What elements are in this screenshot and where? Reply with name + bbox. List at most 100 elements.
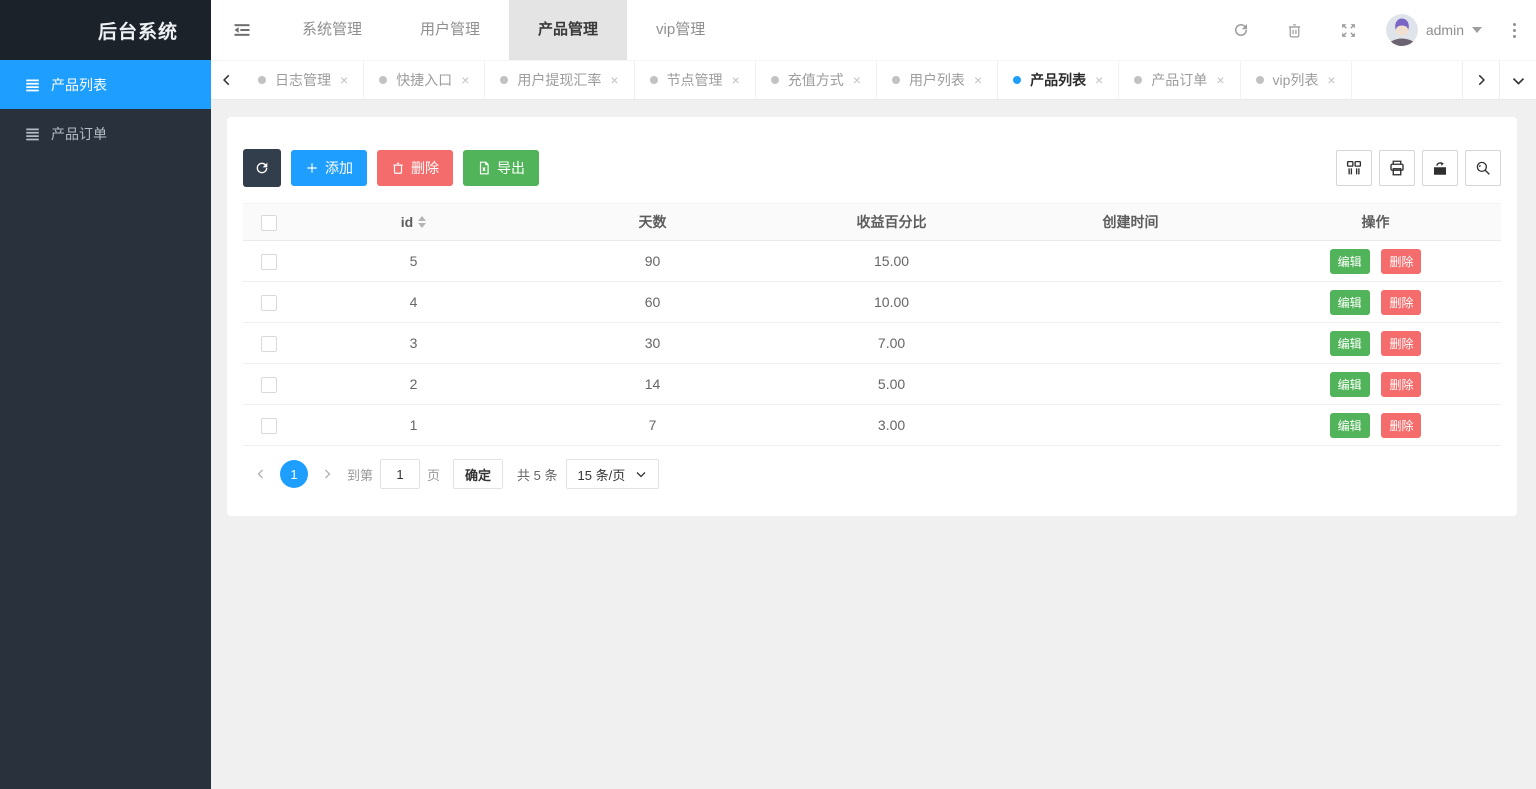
tabs-menu-button[interactable] — [1499, 61, 1536, 99]
close-icon[interactable]: × — [1095, 73, 1103, 87]
printer-icon — [1388, 159, 1406, 177]
fullscreen-button[interactable] — [1322, 0, 1376, 60]
more-options-button[interactable] — [1492, 0, 1536, 60]
cell-operations: 编辑 删除 — [1250, 323, 1501, 364]
confirm-page-button[interactable]: 确定 — [453, 459, 503, 489]
refresh-button[interactable] — [1214, 0, 1268, 60]
row-checkbox[interactable] — [261, 336, 277, 352]
table-row: 4 60 10.00 编辑 删除 — [243, 282, 1501, 323]
table-row: 1 7 3.00 编辑 删除 — [243, 405, 1501, 446]
username: admin — [1426, 22, 1464, 38]
delete-row-button[interactable]: 删除 — [1381, 372, 1421, 397]
select-all-checkbox[interactable] — [261, 215, 277, 231]
collapse-sidebar-button[interactable] — [211, 0, 273, 60]
refresh-table-button[interactable] — [243, 149, 281, 187]
chevron-down-icon — [635, 468, 647, 480]
close-icon[interactable]: × — [461, 73, 469, 87]
cell-operations: 编辑 删除 — [1250, 405, 1501, 446]
close-icon[interactable]: × — [974, 73, 982, 87]
row-checkbox[interactable] — [261, 295, 277, 311]
header-id[interactable]: id — [294, 204, 533, 241]
tab-node-management[interactable]: 节点管理 × — [635, 61, 756, 99]
table-card: 添加 删除 导出 — [227, 117, 1517, 516]
row-checkbox[interactable] — [261, 254, 277, 270]
close-icon[interactable]: × — [340, 73, 348, 87]
edit-row-button[interactable]: 编辑 — [1330, 290, 1370, 315]
goto-page-input[interactable] — [380, 459, 420, 489]
cell-id: 2 — [294, 364, 533, 405]
close-icon[interactable]: × — [853, 73, 861, 87]
tab-bar: 日志管理 × 快捷入口 × 用户提现汇率 × 节点管理 × 充值方式 × — [211, 60, 1536, 100]
export-data-button[interactable] — [1422, 150, 1458, 186]
next-page-button[interactable] — [314, 460, 340, 488]
tab-dot — [892, 76, 900, 84]
close-icon[interactable]: × — [732, 73, 740, 87]
tab-log-management[interactable]: 日志管理 × — [243, 61, 364, 99]
tab-product-list[interactable]: 产品列表 × — [998, 61, 1119, 99]
row-checkbox[interactable] — [261, 377, 277, 393]
header-checkbox-cell — [243, 204, 294, 241]
tab-withdraw-rate[interactable]: 用户提现汇率 × — [485, 61, 634, 99]
cell-created — [1011, 364, 1250, 405]
search-button[interactable] — [1465, 150, 1501, 186]
goto-page-suffix: 页 — [427, 465, 440, 484]
cell-percent: 5.00 — [772, 364, 1011, 405]
menu-users[interactable]: 用户管理 — [391, 0, 509, 60]
close-icon[interactable]: × — [1216, 73, 1224, 87]
tab-dot — [258, 76, 266, 84]
edit-row-button[interactable]: 编辑 — [1330, 372, 1370, 397]
tab-user-list[interactable]: 用户列表 × — [877, 61, 998, 99]
print-button[interactable] — [1379, 150, 1415, 186]
delete-row-button[interactable]: 删除 — [1381, 331, 1421, 356]
menu-system[interactable]: 系统管理 — [273, 0, 391, 60]
chevron-left-icon — [255, 468, 267, 480]
edit-row-button[interactable]: 编辑 — [1330, 413, 1370, 438]
cell-operations: 编辑 删除 — [1250, 364, 1501, 405]
tab-product-orders[interactable]: 产品订单 × — [1119, 61, 1240, 99]
page-size-select[interactable]: 15 条/页 — [566, 459, 660, 489]
prev-page-button[interactable] — [248, 460, 274, 488]
edit-row-button[interactable]: 编辑 — [1330, 249, 1370, 274]
table-row: 2 14 5.00 编辑 删除 — [243, 364, 1501, 405]
list-icon — [25, 77, 40, 92]
trash-icon — [1286, 22, 1303, 39]
chevron-left-icon — [220, 73, 234, 87]
menu-vip[interactable]: vip管理 — [627, 0, 734, 60]
chevron-right-icon — [1474, 73, 1488, 87]
page-number-current[interactable]: 1 — [280, 460, 308, 488]
fullscreen-icon — [1340, 22, 1357, 39]
tab-dot — [771, 76, 779, 84]
clear-cache-button[interactable] — [1268, 0, 1322, 60]
tab-dot — [379, 76, 387, 84]
tab-recharge-method[interactable]: 充值方式 × — [756, 61, 877, 99]
export-box-icon — [1431, 159, 1449, 177]
export-button[interactable]: 导出 — [463, 150, 539, 186]
delete-row-button[interactable]: 删除 — [1381, 249, 1421, 274]
sort-icon[interactable] — [418, 216, 426, 228]
top-menu: 系统管理 用户管理 产品管理 vip管理 — [273, 0, 734, 60]
user-dropdown[interactable]: admin — [1376, 0, 1492, 60]
cell-id: 5 — [294, 241, 533, 282]
delete-button[interactable]: 删除 — [377, 150, 453, 186]
tab-vip-list[interactable]: vip列表 × — [1241, 61, 1352, 99]
tab-quick-entry[interactable]: 快捷入口 × — [364, 61, 485, 99]
tabs-scroll-right-button[interactable] — [1462, 61, 1499, 99]
tab-dot — [500, 76, 508, 84]
tabs-scroll-left-button[interactable] — [211, 61, 243, 99]
close-icon[interactable]: × — [1327, 73, 1335, 87]
delete-row-button[interactable]: 删除 — [1381, 413, 1421, 438]
sidebar-item-product-orders[interactable]: 产品订单 — [0, 109, 211, 158]
filter-columns-button[interactable] — [1336, 150, 1372, 186]
sidebar-item-product-list[interactable]: 产品列表 — [0, 60, 211, 109]
cell-days: 14 — [533, 364, 772, 405]
close-icon[interactable]: × — [610, 73, 618, 87]
chevron-down-icon — [1472, 27, 1482, 33]
cell-id: 1 — [294, 405, 533, 446]
add-button[interactable]: 添加 — [291, 150, 367, 186]
edit-row-button[interactable]: 编辑 — [1330, 331, 1370, 356]
cell-operations: 编辑 删除 — [1250, 241, 1501, 282]
row-checkbox[interactable] — [261, 418, 277, 434]
refresh-icon — [254, 160, 270, 176]
menu-products[interactable]: 产品管理 — [509, 0, 627, 60]
delete-row-button[interactable]: 删除 — [1381, 290, 1421, 315]
